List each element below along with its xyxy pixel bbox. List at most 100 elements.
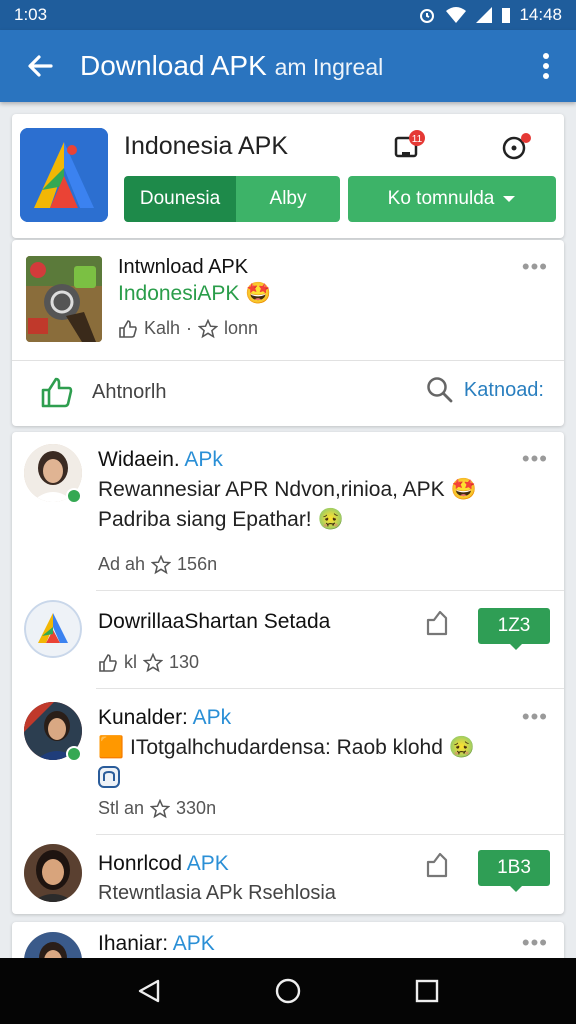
star-icon — [151, 554, 172, 574]
featured-more-button[interactable]: ••• — [522, 254, 548, 280]
app-glyph-icon — [98, 766, 120, 788]
nav-recents-button[interactable] — [407, 971, 447, 1011]
more-vert-icon — [543, 53, 549, 79]
filter-dropdown[interactable]: Ko tomnulda — [348, 176, 556, 222]
category-right-button[interactable]: Alby — [236, 176, 340, 222]
post-more-button[interactable]: ••• — [522, 704, 548, 730]
post-text-line1: Rewannesiar APR Ndvon,rinioa, APK 🤩 — [98, 478, 477, 501]
app-logo-graphic — [20, 128, 108, 222]
post-text-line1: Rtewntlasia APk Rsehlosia — [98, 882, 336, 904]
nav-home-icon — [275, 978, 301, 1004]
like-action-label: Ahtnorlh — [92, 380, 167, 403]
post-author: Ihaniar: APK — [98, 932, 215, 956]
page-title: Download APK am Ingreal — [80, 50, 516, 82]
page-title-main: Download APK — [80, 50, 267, 81]
search-action[interactable]: Katnoad: — [426, 376, 544, 404]
avatar-portrait — [24, 844, 82, 902]
filter-dropdown-label: Ko tomnulda — [387, 188, 495, 209]
status-clock: 14:48 — [519, 5, 562, 24]
search-icon — [427, 377, 453, 403]
featured-meta-sep: · — [186, 318, 193, 338]
app-logo-small — [24, 600, 82, 658]
nav-recents-icon — [415, 979, 438, 1003]
nav-back-button[interactable] — [129, 971, 169, 1011]
featured-post-card: Intwnload APK IndonesiAPK 🤩 Kalh · lonn … — [12, 240, 564, 426]
thumbs-up-icon — [99, 653, 117, 672]
wifi-icon — [446, 7, 467, 23]
app-logo — [20, 128, 108, 222]
notification-button[interactable]: 11 — [390, 128, 430, 168]
post-meta-left: Ad ah — [98, 554, 146, 574]
post-meta: kl 130 — [98, 652, 199, 673]
post-text-line2: Padriba siang Epathar! 🤢 — [98, 508, 344, 531]
post-author-name: Honrlcod — [98, 852, 183, 875]
notification-icon: 11 — [394, 130, 425, 158]
signal-icon — [476, 7, 493, 23]
thumbs-up-icon — [119, 319, 137, 338]
post-author-tag: APk — [192, 706, 232, 729]
post-more-button[interactable]: ••• — [522, 446, 548, 472]
featured-thumbnail[interactable] — [26, 256, 102, 342]
chevron-down-icon — [503, 196, 516, 202]
post-author-name: Widaein. — [98, 448, 180, 471]
post-author: Honrlcod APK — [98, 852, 229, 876]
system-nav-bar — [0, 958, 576, 1024]
divider — [96, 834, 564, 835]
like-action[interactable]: Ahtnorlh — [40, 376, 167, 408]
divider — [12, 360, 564, 361]
alarm-icon — [420, 9, 435, 23]
app-header-card: Indonesia APK 11 Dounesia Alby Ko tomnul… — [12, 114, 564, 238]
post-meta-right: 330n — [176, 798, 217, 818]
category-left-button[interactable]: Dounesia — [124, 176, 236, 222]
category-toggle: Dounesia Alby — [124, 176, 340, 222]
post-meta: Stl an 330n — [98, 798, 216, 819]
thumbs-up-icon — [41, 377, 73, 408]
app-bar: Download APK am Ingreal — [0, 30, 576, 102]
share-icon[interactable] — [424, 608, 454, 638]
featured-title: Intwnload APK — [118, 256, 249, 278]
verified-badge — [66, 488, 82, 504]
star-icon — [198, 318, 219, 338]
search-action-label: Katnoad: — [463, 378, 544, 401]
page-title-sub: am Ingreal — [274, 54, 384, 80]
post-meta-left: kl — [124, 652, 137, 672]
battery-icon — [502, 8, 511, 23]
share-icon[interactable] — [424, 850, 454, 880]
avatar[interactable] — [24, 600, 82, 658]
nav-home-button[interactable] — [268, 971, 308, 1011]
featured-subtitle: IndonesiAPK 🤩 — [118, 282, 272, 305]
featured-meta-left: Kalh — [144, 318, 181, 338]
post-author-name: Ihaniar: — [98, 932, 169, 955]
star-icon — [150, 798, 171, 818]
nav-back-icon — [139, 979, 160, 1003]
post-author-tag: APK — [172, 932, 215, 955]
status-icons: 14:48 — [417, 5, 562, 25]
back-button[interactable] — [0, 30, 80, 102]
post-meta-right: 130 — [169, 652, 200, 672]
feed-list: Widaein. APk ••• Rewannesiar APR Ndvon,r… — [12, 432, 564, 914]
post-author-tag: APK — [186, 852, 229, 875]
post-meta-left: Stl an — [98, 798, 145, 818]
settings-button[interactable] — [496, 128, 536, 168]
star-icon — [143, 652, 163, 672]
back-arrow-icon — [28, 55, 53, 77]
featured-thumbnail-graphic — [26, 256, 102, 342]
post-author-name: Kunalder: — [98, 706, 188, 729]
divider — [96, 688, 564, 689]
overflow-menu-button[interactable] — [516, 30, 576, 102]
featured-meta-right: lonn — [224, 318, 259, 338]
post-author-tag: APk — [184, 448, 223, 471]
post-text-line1: 🟧 ITotgalhchudardensa: Raob klohd 🤢 — [98, 736, 475, 759]
featured-meta: Kalh · lonn — [118, 318, 258, 339]
post-meta-right: 156n — [177, 554, 218, 574]
status-time: 1:03 — [14, 5, 48, 24]
post-more-button[interactable]: ••• — [522, 930, 548, 956]
settings-icon — [502, 133, 531, 160]
avatar[interactable] — [24, 844, 82, 902]
divider — [96, 590, 564, 591]
post-author: Kunalder: APk — [98, 706, 231, 730]
count-badge[interactable]: 1Z3 — [478, 608, 550, 650]
post-meta: Ad ah 156n — [98, 554, 217, 575]
count-badge[interactable]: 1B3 — [478, 850, 550, 892]
status-bar: 1:03 14:48 — [0, 0, 576, 30]
